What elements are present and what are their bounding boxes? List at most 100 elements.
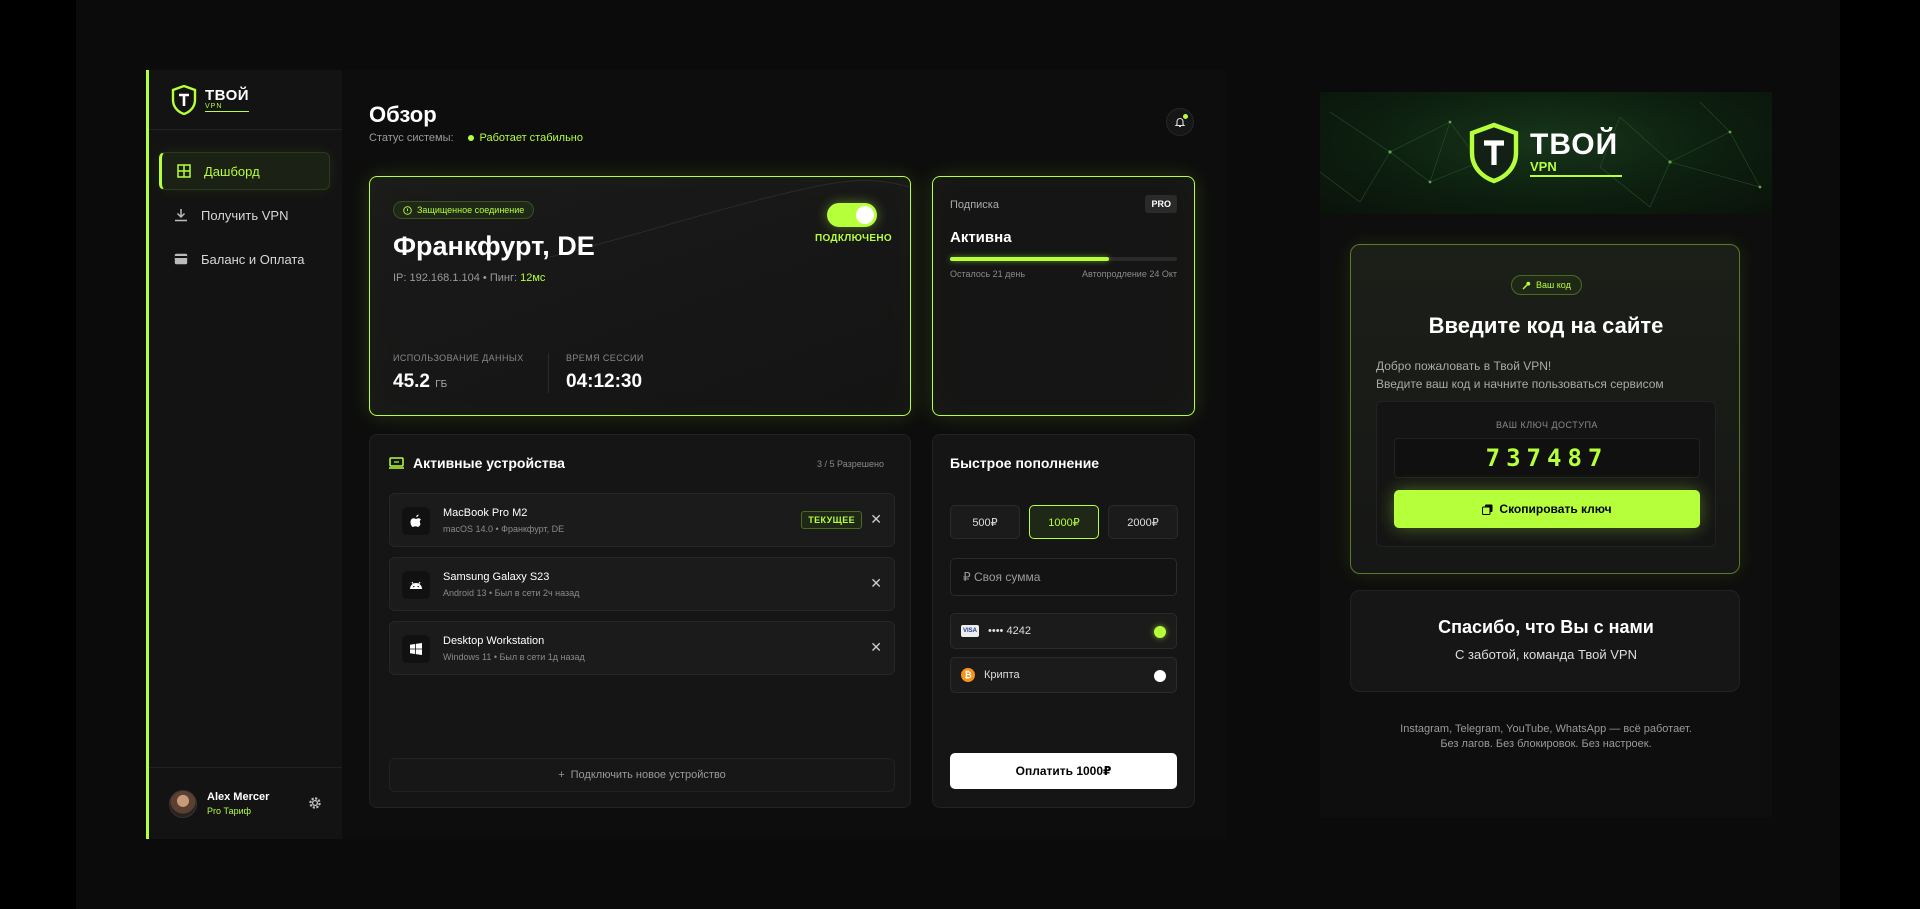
- status-dot-icon: [467, 135, 474, 141]
- add-device-label: Подключить новое устройство: [570, 769, 726, 781]
- copy-key-label: Скопировать ключ: [1499, 502, 1612, 516]
- device-row[interactable]: Samsung Galaxy S23 Android 13 • Был в се…: [389, 557, 895, 611]
- promo-logo: ТВОЙ VPN: [1468, 122, 1622, 184]
- device-meta: Windows 11 • Был в сети 1д назад: [443, 652, 585, 662]
- page-title: Обзор: [369, 102, 437, 127]
- devices-icon: [389, 457, 404, 469]
- user-plan: Pro Тариф: [207, 806, 252, 816]
- thanks-card: Спасибо, что Вы с нами С заботой, команд…: [1350, 590, 1740, 692]
- session-time-value: 04:12:30: [566, 371, 643, 392]
- device-name: Desktop Workstation: [443, 635, 545, 647]
- device-row[interactable]: Desktop Workstation Windows 11 • Был в с…: [389, 621, 895, 675]
- gear-icon[interactable]: [308, 796, 322, 815]
- notification-dot: [1183, 114, 1188, 119]
- radio-selected[interactable]: [1154, 626, 1166, 638]
- connection-card: Защищенное соединение Франкфурт, DE IP: …: [369, 176, 911, 416]
- instruction-text: Введите ваш код и начните пользоваться с…: [1376, 377, 1664, 391]
- android-icon: [402, 571, 430, 599]
- access-key-box: ВАШ КЛЮЧ ДОСТУПА 737487 Скопировать ключ: [1376, 401, 1716, 547]
- payment-method-card[interactable]: VISA •••• 4242: [950, 613, 1177, 649]
- data-usage-value: 45.2: [393, 371, 430, 392]
- promo-brand-name: ТВОЙ: [1530, 127, 1619, 161]
- topup-title: Быстрое пополнение: [950, 455, 1100, 471]
- amount-1000-button[interactable]: 1000₽: [1029, 505, 1099, 539]
- sidebar-item-label: Баланс и Оплата: [201, 251, 305, 267]
- user-profile[interactable]: Alex Mercer Pro Тариф: [149, 767, 342, 839]
- data-usage-label: ИСПОЛЬЗОВАНИЕ ДАННЫХ: [393, 353, 524, 363]
- pro-badge: PRO: [1145, 195, 1177, 213]
- key-icon: [1522, 281, 1531, 289]
- add-device-button[interactable]: + Подключить новое устройство: [389, 758, 895, 792]
- server-city: Франкфурт, DE: [393, 231, 595, 261]
- devices-title: Активные устройства: [389, 455, 565, 471]
- payment-method-crypto[interactable]: ₿ Крипта: [950, 657, 1177, 693]
- vpn-toggle[interactable]: [827, 203, 877, 227]
- brand-sub: VPN: [205, 103, 249, 112]
- status-value: Работает стабильно: [467, 132, 583, 144]
- devices-count: 3 / 5 Разрешено: [817, 459, 884, 469]
- days-left: Осталось 21 день: [950, 269, 1026, 279]
- sidebar-item-get-vpn[interactable]: Получить VPN: [159, 196, 330, 234]
- ip-line: IP: 192.168.1.104 • Пинг: 12мс: [393, 272, 545, 284]
- copy-key-button[interactable]: Скопировать ключ: [1394, 490, 1700, 528]
- code-badge-text: Ваш код: [1536, 280, 1571, 290]
- current-device-badge: ТЕКУЩЕЕ: [801, 511, 862, 529]
- status-label: Статус системы:: [369, 132, 454, 144]
- shield-check-icon: [403, 205, 412, 215]
- pay-button[interactable]: Оплатить 1000₽: [950, 753, 1177, 789]
- dashboard-window: ТВОЙ VPN Дашборд Получить VPN Баланс и О…: [146, 70, 1226, 839]
- amount-500-button[interactable]: 500₽: [950, 505, 1020, 539]
- sidebar-item-dashboard[interactable]: Дашборд: [159, 152, 330, 190]
- user-name: Alex Mercer: [207, 791, 270, 803]
- close-icon[interactable]: ✕: [870, 576, 882, 590]
- promo-hero: ТВОЙ VPN: [1320, 92, 1772, 214]
- connection-state: ПОДКЛЮЧЕНО: [815, 233, 892, 244]
- sidebar-nav: Дашборд Получить VPN Баланс и Оплата: [149, 130, 342, 278]
- amount-2000-button[interactable]: 2000₽: [1108, 505, 1178, 539]
- promo-panel: ТВОЙ VPN Ваш код Введите код на сайте До…: [1320, 92, 1772, 817]
- topup-card: Быстрое пополнение 500₽ 1000₽ 2000₽ ₽ Св…: [932, 434, 1195, 808]
- access-key-value[interactable]: 737487: [1394, 438, 1700, 478]
- stat-divider: [548, 353, 549, 393]
- sidebar: ТВОЙ VPN Дашборд Получить VPN Баланс и О…: [146, 70, 342, 839]
- status-text: Работает стабильно: [479, 132, 583, 144]
- promo-brand-sub: VPN: [1530, 160, 1622, 177]
- subscription-card: Подписка PRO Активна Осталось 21 день Ав…: [932, 176, 1195, 416]
- bitcoin-icon: ₿: [961, 668, 975, 682]
- footer-line-1: Instagram, Telegram, YouTube, WhatsApp —…: [1400, 723, 1692, 735]
- thanks-title: Спасибо, что Вы с нами: [1438, 617, 1654, 637]
- sidebar-item-label: Получить VPN: [201, 207, 289, 223]
- ping-value: 12мс: [520, 272, 546, 284]
- subscription-progress-fill: [950, 257, 1109, 261]
- close-icon[interactable]: ✕: [870, 512, 882, 526]
- devices-title-text: Активные устройства: [413, 455, 565, 471]
- session-time-label: ВРЕМЯ СЕССИИ: [566, 353, 644, 363]
- brand-logo[interactable]: ТВОЙ VPN: [149, 70, 342, 130]
- shield-logo-icon: [171, 84, 197, 115]
- payment-method-label: Крипта: [984, 669, 1020, 681]
- apple-icon: [402, 507, 430, 535]
- session-time-stat: ВРЕМЯ СЕССИИ 04:12:30: [566, 353, 644, 393]
- brand-name: ТВОЙ: [205, 86, 250, 104]
- device-row[interactable]: MacBook Pro M2 macOS 14.0 • Франкфурт, D…: [389, 493, 895, 547]
- devices-card: Активные устройства 3 / 5 Разрешено MacB…: [369, 434, 911, 808]
- avatar: [169, 789, 197, 818]
- system-status: Статус системы: Работает стабильно: [369, 132, 583, 144]
- secure-badge-text: Защищенное соединение: [417, 205, 525, 215]
- auto-renew: Автопродление 24 Окт: [1082, 269, 1177, 279]
- custom-amount-input[interactable]: ₽ Своя сумма: [950, 558, 1177, 596]
- device-meta: Android 13 • Был в сети 2ч назад: [443, 588, 580, 598]
- sidebar-item-label: Дашборд: [204, 163, 260, 179]
- windows-icon: [402, 635, 430, 663]
- device-name: MacBook Pro M2: [443, 507, 528, 519]
- subscription-progress: [950, 257, 1177, 261]
- radio-unselected[interactable]: [1154, 670, 1166, 682]
- sidebar-item-billing[interactable]: Баланс и Оплата: [159, 240, 330, 278]
- notifications-button[interactable]: [1166, 108, 1194, 136]
- access-key-label: ВАШ КЛЮЧ ДОСТУПА: [1496, 420, 1598, 430]
- code-badge: Ваш код: [1511, 275, 1582, 295]
- plus-icon: +: [558, 769, 565, 781]
- access-code-card: Ваш код Введите код на сайте Добро пожал…: [1350, 244, 1740, 574]
- close-icon[interactable]: ✕: [870, 640, 882, 654]
- ip-text: IP: 192.168.1.104 • Пинг:: [393, 272, 521, 284]
